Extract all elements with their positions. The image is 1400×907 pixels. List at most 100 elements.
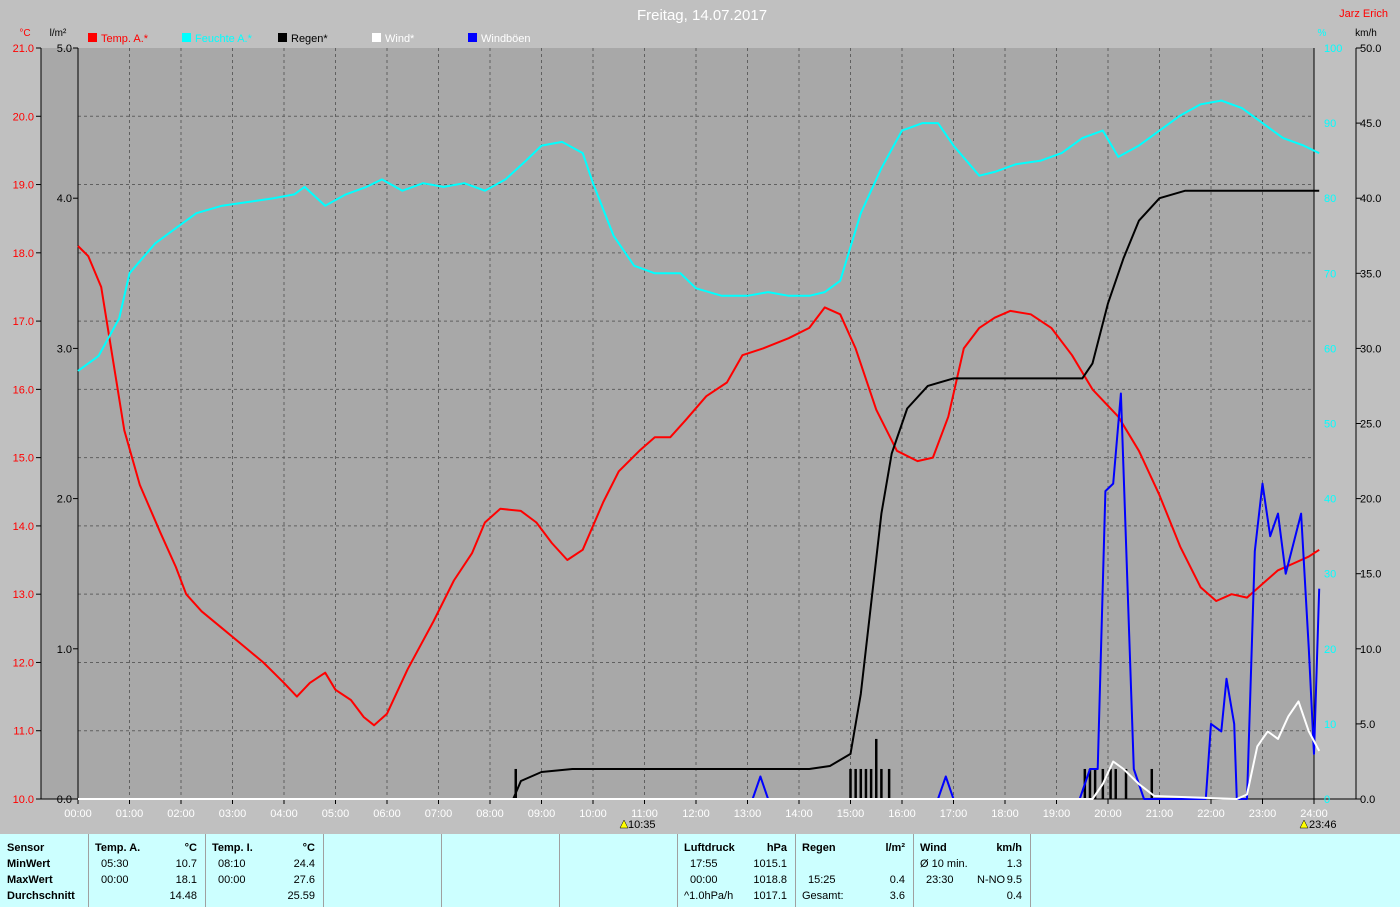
temp-tick-label: 18.0 <box>13 248 34 260</box>
rain-tick-label: 5.0 <box>57 43 72 55</box>
stats-col-empty-2 <box>442 834 560 907</box>
stats-panel: Sensor MinWert MaxWert Durchschnitt Temp… <box>0 834 1400 907</box>
pressure-min-time: 17:55 <box>690 858 718 870</box>
stats-col-temp-a: Temp. A. °C 05:30 10.7 00:00 18.1 14.48 <box>89 834 206 907</box>
marker-time-2: 23:46 <box>1309 819 1337 831</box>
humidity-tick-label: 100 <box>1324 43 1342 55</box>
temp-tick-label: 11.0 <box>13 726 34 738</box>
wind-tick-label: 30.0 <box>1360 343 1381 355</box>
x-tick-label: 08:00 <box>476 808 504 820</box>
x-tick-label: 00:00 <box>64 808 92 820</box>
x-tick-label: 06:00 <box>373 808 401 820</box>
temp-a-min-time: 05:30 <box>101 858 129 870</box>
rain-tick-label: 0.0 <box>57 794 72 806</box>
rain-tick-label: 3.0 <box>57 343 72 355</box>
temp-a-header: Temp. A. <box>95 842 141 854</box>
temp-i-max-time: 00:00 <box>218 874 246 886</box>
stats-row-min: MinWert <box>7 858 51 870</box>
humidity-tick-label: 10 <box>1324 719 1336 731</box>
wind-tick-label: 0.0 <box>1360 794 1375 806</box>
humidity-tick-label: 70 <box>1324 268 1336 280</box>
x-tick-label: 09:00 <box>528 808 556 820</box>
x-tick-label: 03:00 <box>219 808 247 820</box>
wind-tick-label: 25.0 <box>1360 419 1381 431</box>
x-tick-label: 02:00 <box>167 808 195 820</box>
x-tick-label: 23:00 <box>1249 808 1277 820</box>
legend-swatch-gust <box>468 33 477 42</box>
legend-swatch-temp <box>88 33 97 42</box>
pressure-max-val: 1018.8 <box>753 874 787 886</box>
temp-a-max-time: 00:00 <box>101 874 129 886</box>
humidity-unit-label: % <box>1318 28 1327 39</box>
temp-tick-label: 15.0 <box>13 453 34 465</box>
x-tick-label: 04:00 <box>270 808 298 820</box>
wind-avg: 0.4 <box>1006 890 1022 902</box>
legend-swatch-wind <box>372 33 381 42</box>
rain-tick-label: 4.0 <box>57 193 72 205</box>
wind-tick-label: 50.0 <box>1360 43 1381 55</box>
x-tick-label: 22:00 <box>1197 808 1225 820</box>
author-label: Jarz Erich <box>1339 8 1388 20</box>
x-tick-label: 16:00 <box>888 808 916 820</box>
wind-min-val: 1.3 <box>1006 858 1022 870</box>
stats-col-pressure: Luftdruck hPa 17:55 1015.1 00:00 1018.8 … <box>678 834 796 907</box>
stats-header-sensor: Sensor <box>7 842 45 854</box>
stats-col-empty-1 <box>324 834 442 907</box>
temp-tick-label: 16.0 <box>13 384 34 396</box>
temp-i-unit: °C <box>302 842 315 854</box>
pressure-avg: 1017.1 <box>753 890 787 902</box>
humidity-tick-label: 0 <box>1324 794 1330 806</box>
x-tick-label: 15:00 <box>837 808 865 820</box>
rain-header: Regen <box>802 842 836 854</box>
humidity-tick-label: 40 <box>1324 494 1336 506</box>
wind-header: Wind <box>920 842 947 854</box>
temp-tick-label: 14.0 <box>13 521 34 533</box>
wind-max-val: 9.5 <box>1006 874 1022 886</box>
rain-total: 3.6 <box>889 890 905 902</box>
rain-tick-label: 2.0 <box>57 494 72 506</box>
pressure-min-val: 1015.1 <box>753 858 787 870</box>
x-tick-label: 12:00 <box>682 808 710 820</box>
x-tick-label: 18:00 <box>991 808 1019 820</box>
chart-title: Freitag, 14.07.2017 <box>637 7 767 24</box>
legend-label-wind: Wind* <box>385 33 415 45</box>
humidity-tick-label: 80 <box>1324 193 1336 205</box>
temp-tick-label: 12.0 <box>13 657 34 669</box>
stats-row-max: MaxWert <box>7 874 53 886</box>
humidity-tick-label: 50 <box>1324 419 1336 431</box>
wind-max-dir: N-NO <box>977 874 1006 886</box>
x-tick-label: 21:00 <box>1146 808 1174 820</box>
humidity-tick-label: 90 <box>1324 118 1336 130</box>
temp-tick-label: 21.0 <box>13 43 34 55</box>
rain-tick-label: 1.0 <box>57 644 72 656</box>
humidity-tick-label: 60 <box>1324 343 1336 355</box>
rain-total-label: Gesamt: <box>802 890 844 902</box>
wind-unit: km/h <box>996 842 1022 854</box>
x-tick-label: 19:00 <box>1043 808 1071 820</box>
wind-unit-label: km/h <box>1355 28 1377 39</box>
temp-i-max-val: 27.6 <box>293 874 315 886</box>
temp-tick-label: 20.0 <box>13 111 34 123</box>
rain-unit: l/m² <box>885 842 905 854</box>
humidity-tick-label: 20 <box>1324 644 1336 656</box>
pressure-trend: ^1.0hPa/h <box>684 890 734 902</box>
pressure-unit: hPa <box>766 842 787 854</box>
x-tick-label: 07:00 <box>425 808 453 820</box>
wind-tick-label: 40.0 <box>1360 193 1381 205</box>
stats-col-sensor: Sensor MinWert MaxWert Durchschnitt <box>0 834 89 907</box>
temp-tick-label: 19.0 <box>13 180 34 192</box>
x-tick-label: 05:00 <box>322 808 350 820</box>
wind-tick-label: 20.0 <box>1360 494 1381 506</box>
temp-a-max-val: 18.1 <box>175 874 197 886</box>
wind-tick-label: 35.0 <box>1360 268 1381 280</box>
temp-unit-label: °C <box>19 28 30 39</box>
temp-tick-label: 13.0 <box>13 589 34 601</box>
legend-label-temp: Temp. A.* <box>101 33 149 45</box>
x-tick-label: 01:00 <box>116 808 144 820</box>
x-tick-label: 13:00 <box>734 808 762 820</box>
x-tick-label: 14:00 <box>785 808 813 820</box>
humidity-tick-label: 30 <box>1324 569 1336 581</box>
legend-swatch-humidity <box>182 33 191 42</box>
x-tick-label: 10:00 <box>579 808 607 820</box>
temp-a-min-val: 10.7 <box>175 858 197 870</box>
